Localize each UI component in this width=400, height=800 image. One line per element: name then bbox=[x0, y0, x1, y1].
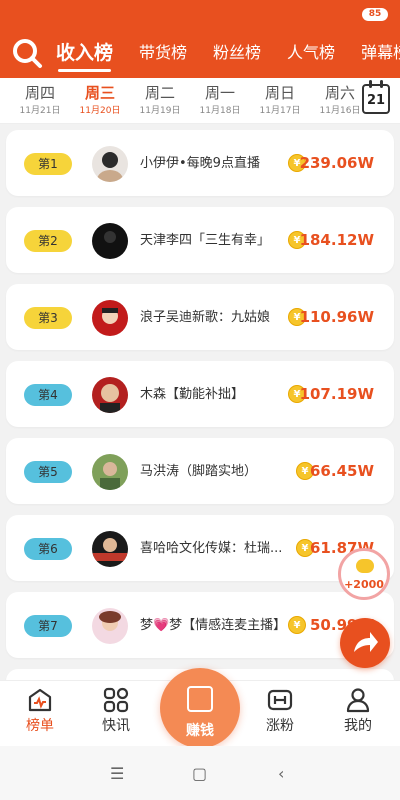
streamer-name: 天津李四「三生有幸」 bbox=[140, 233, 271, 248]
day-item[interactable]: 周一 11月18日 bbox=[190, 82, 250, 118]
chart-icon bbox=[27, 687, 53, 713]
rank-badge: 第4 bbox=[24, 384, 72, 406]
streamer-name: 浪子吴迪新歌：九姑娘 bbox=[140, 310, 271, 325]
ranking-tabs: 收入榜 带货榜 粉丝榜 人气榜 弹幕榜 bbox=[56, 28, 400, 78]
avatar bbox=[92, 531, 128, 567]
nav-item-ranking[interactable]: 榜单 bbox=[8, 687, 72, 735]
nav-item-profile[interactable]: 我的 bbox=[326, 687, 390, 735]
calendar-icon: 21 bbox=[366, 93, 386, 108]
streamer-name: 木森【勤能补拙】 bbox=[140, 387, 245, 402]
day-item[interactable]: 周六 11月16日 bbox=[310, 82, 370, 118]
share-arrow-icon bbox=[354, 632, 378, 652]
income-amount: 107.19W bbox=[299, 385, 374, 403]
gift-icon bbox=[187, 686, 213, 712]
share-button[interactable] bbox=[340, 618, 390, 668]
day-item-selected[interactable]: 周三 11月20日 bbox=[70, 82, 130, 118]
avatar bbox=[92, 377, 128, 413]
system-nav-bar: ☰ ▢ ‹ bbox=[0, 746, 400, 800]
day-item[interactable]: 周二 11月19日 bbox=[130, 82, 190, 118]
avatar bbox=[92, 223, 128, 259]
tab-fans[interactable]: 粉丝榜 bbox=[213, 28, 261, 78]
ranking-row[interactable]: 第2 天津李四「三生有幸」 184.12W bbox=[6, 207, 394, 273]
streamer-name: 小伊伊•每晚9点直播 bbox=[140, 156, 260, 171]
status-bar: 85 bbox=[0, 0, 400, 28]
avatar bbox=[92, 146, 128, 182]
avatar bbox=[92, 300, 128, 336]
ranking-row[interactable]: 第1 小伊伊•每晚9点直播 239.06W bbox=[6, 130, 394, 196]
coin-icon bbox=[288, 616, 306, 634]
coin-stack-icon bbox=[356, 559, 374, 573]
nav-item-grow-fans[interactable]: 涨粉 bbox=[248, 687, 312, 735]
streamer-name: 马洪涛（脚踏实地） bbox=[140, 464, 258, 479]
day-item[interactable]: 周日 11月17日 bbox=[250, 82, 310, 118]
income-amount: 110.96W bbox=[299, 308, 374, 326]
day-selector: 周四 11月21日 周三 11月20日 周二 11月19日 周一 11月18日 … bbox=[0, 78, 400, 124]
search-button[interactable] bbox=[10, 36, 44, 70]
rank-badge: 第3 bbox=[24, 307, 72, 329]
tab-income[interactable]: 收入榜 bbox=[56, 28, 113, 78]
ranking-row[interactable]: 第3 浪子吴迪新歌：九姑娘 110.96W bbox=[6, 284, 394, 350]
calendar-button[interactable]: 21 bbox=[362, 80, 390, 114]
rank-badge: 第6 bbox=[24, 538, 72, 560]
avatar bbox=[92, 454, 128, 490]
rank-badge: 第1 bbox=[24, 153, 72, 175]
top-header: 收入榜 带货榜 粉丝榜 人气榜 弹幕榜 bbox=[0, 28, 400, 78]
reward-bubble[interactable]: +2000 bbox=[338, 548, 390, 600]
back-icon[interactable]: ‹ bbox=[278, 764, 284, 783]
nav-item-news[interactable]: 快讯 bbox=[84, 687, 148, 735]
rank-badge: 第5 bbox=[24, 461, 72, 483]
streamer-name: 喜哈哈文化传媒：杜瑞... bbox=[140, 541, 283, 556]
home-icon[interactable]: ▢ bbox=[192, 764, 207, 783]
income-amount: 239.06W bbox=[299, 154, 374, 172]
rank-badge: 第7 bbox=[24, 615, 72, 637]
tab-danmaku[interactable]: 弹幕榜 bbox=[361, 28, 400, 78]
rank-badge: 第2 bbox=[24, 230, 72, 252]
income-amount: 184.12W bbox=[299, 231, 374, 249]
reward-amount: +2000 bbox=[344, 578, 384, 591]
user-icon bbox=[345, 687, 371, 713]
ranking-row[interactable]: 第4 木森【勤能补拙】 107.19W bbox=[6, 361, 394, 427]
ranking-row[interactable]: 第6 喜哈哈文化传媒：杜瑞... 61.87W bbox=[6, 515, 394, 581]
tab-popularity[interactable]: 人气榜 bbox=[287, 28, 335, 78]
menu-icon[interactable]: ☰ bbox=[110, 764, 124, 783]
dumbbell-icon bbox=[267, 687, 293, 713]
income-amount: 66.45W bbox=[310, 462, 374, 480]
earn-button[interactable]: 赚钱 bbox=[160, 668, 240, 748]
search-icon bbox=[13, 39, 42, 68]
ranking-row[interactable]: 第7 梦💗梦【情感连麦主播】 50.99W bbox=[6, 592, 394, 658]
day-item[interactable]: 周四 11月21日 bbox=[10, 82, 70, 118]
ranking-row[interactable]: 第5 马洪涛（脚踏实地） 66.45W bbox=[6, 438, 394, 504]
avatar bbox=[92, 608, 128, 644]
grid-icon bbox=[103, 687, 129, 713]
streamer-name: 梦💗梦【情感连麦主播】 bbox=[140, 618, 287, 633]
tab-sales[interactable]: 带货榜 bbox=[139, 28, 187, 78]
battery-indicator: 85 bbox=[362, 8, 388, 21]
